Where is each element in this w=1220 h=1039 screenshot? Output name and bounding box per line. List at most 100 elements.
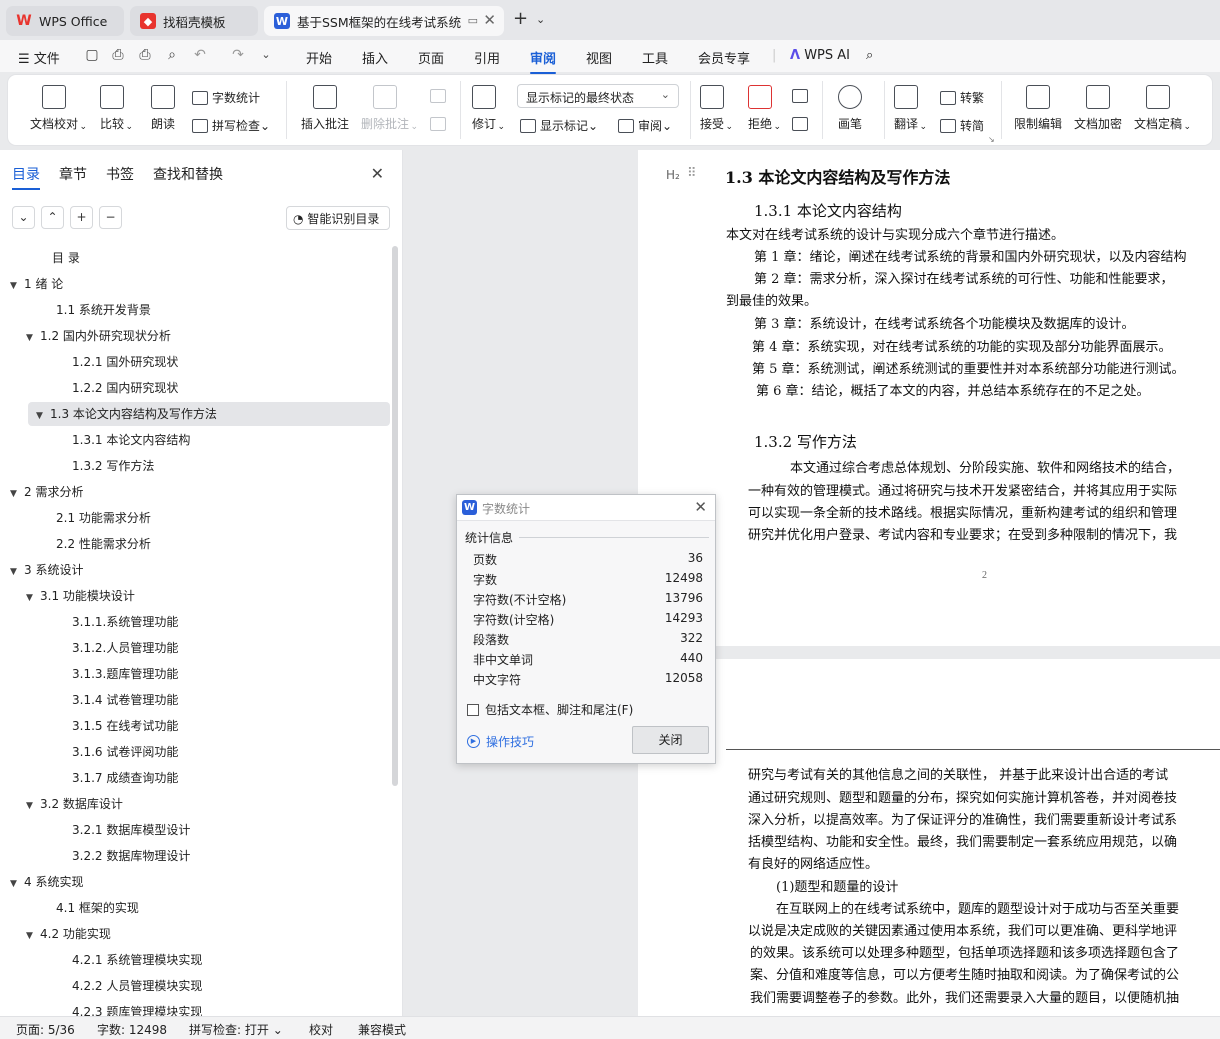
redo-icon[interactable]: ↷ — [230, 47, 246, 63]
delete-comment-button[interactable]: 删除批注 ⌄ — [361, 85, 418, 132]
next-comment-icon[interactable] — [430, 117, 450, 131]
prev-change-icon[interactable] — [792, 89, 812, 103]
toc-item[interactable]: ▼ 3 系统设计 — [10, 558, 83, 582]
toc-item[interactable]: 4.2.1 系统管理模块实现 — [72, 948, 202, 972]
menu-insert[interactable]: 插入 — [362, 48, 388, 67]
toc-item[interactable]: 3.1.4 试卷管理功能 — [72, 688, 178, 712]
nav-tab-toc[interactable]: 目录 — [12, 164, 40, 190]
toc-item[interactable]: 3.1.6 试卷评阅功能 — [72, 740, 178, 764]
more-chevron-icon[interactable]: ⌄ — [258, 47, 274, 63]
collapse-all-icon[interactable]: ⌃ — [41, 206, 64, 229]
nav-tab-bookmarks[interactable]: 书签 — [106, 164, 134, 184]
close-icon[interactable]: ✕ — [371, 164, 384, 183]
review-pane-button[interactable]: 审阅 ⌄ — [618, 117, 672, 134]
collapse-arrow-icon[interactable]: ▼ — [26, 924, 40, 948]
menu-review[interactable]: 审阅 — [530, 48, 557, 74]
toc-item[interactable]: 3.1.7 成绩查询功能 — [72, 766, 178, 790]
toc-item[interactable]: 2.2 性能需求分析 — [56, 532, 151, 556]
menu-member[interactable]: 会员专享 — [698, 48, 750, 67]
menu-wps-ai[interactable]: ᐱ WPS AI — [790, 48, 850, 63]
close-icon[interactable]: ✕ — [483, 11, 496, 29]
toc-item[interactable]: 4.2.3 题库管理模块实现 — [72, 1000, 202, 1016]
status-spell-check[interactable]: 拼写检查: 打开 ⌄ — [189, 1021, 283, 1038]
toc-scrollbar[interactable] — [392, 246, 398, 786]
toc-item[interactable]: 1.3.1 本论文内容结构 — [72, 428, 190, 452]
toc-item[interactable]: 目 录 — [52, 246, 80, 270]
toc-item[interactable]: 3.2.2 数据库物理设计 — [72, 844, 190, 868]
toc-item[interactable]: ▼ 4.2 功能实现 — [26, 922, 111, 946]
show-markup-button[interactable]: 显示标记 ⌄ — [520, 117, 598, 134]
status-words[interactable]: 字数: 12498 — [97, 1021, 167, 1038]
insert-comment-button[interactable]: 插入批注 — [301, 85, 349, 132]
monitor-icon[interactable]: ▭ — [468, 14, 478, 27]
toc-item[interactable]: ▼ 2 需求分析 — [10, 480, 83, 504]
menu-view[interactable]: 视图 — [586, 48, 612, 67]
collapse-arrow-icon[interactable]: ▼ — [10, 274, 24, 298]
collapse-arrow-icon[interactable]: ▼ — [26, 586, 40, 610]
toc-item[interactable]: ▼ 3.1 功能模块设计 — [26, 584, 135, 608]
toc-item[interactable]: ▼ 1 绪 论 — [10, 272, 63, 296]
toc-item[interactable]: 3.1.3.题库管理功能 — [72, 662, 178, 686]
undo-icon[interactable]: ↶ — [192, 47, 208, 63]
expand-all-icon[interactable]: ⌄ — [12, 206, 35, 229]
compare-button[interactable]: 比较 ⌄ — [100, 85, 133, 132]
export-icon[interactable]: ⎙ — [110, 47, 126, 63]
toc-item[interactable]: 3.1.5 在线考试功能 — [72, 714, 178, 738]
toc-item[interactable]: 1.2.1 国外研究现状 — [72, 350, 178, 374]
expand-icon[interactable]: ↘ — [988, 135, 995, 144]
collapse-arrow-icon[interactable]: ▼ — [10, 560, 24, 584]
toc-item[interactable]: 1.2.2 国内研究现状 — [72, 376, 178, 400]
toc-item[interactable]: ▼ 4 系统实现 — [10, 870, 83, 894]
translate-button[interactable]: 翻译 ⌄ — [894, 85, 927, 132]
menu-file[interactable]: ☰ 文件 — [18, 48, 60, 67]
prev-comment-icon[interactable] — [430, 89, 450, 103]
include-textbox-checkbox[interactable]: 包括文本框、脚注和尾注(F) — [467, 701, 633, 718]
toc-item[interactable]: ▼ 1.2 国内外研究现状分析 — [26, 324, 171, 348]
word-count-button[interactable]: 字数统计 — [192, 89, 260, 106]
nav-tab-sections[interactable]: 章节 — [59, 164, 87, 184]
toc-item[interactable]: 3.1.1.系统管理功能 — [72, 610, 178, 634]
drag-handle-icon[interactable]: ⠿ — [687, 166, 697, 181]
accept-button[interactable]: 接受 ⌄ — [700, 85, 733, 132]
add-icon[interactable]: + — [70, 206, 93, 229]
toc-item[interactable]: 1.3.2 写作方法 — [72, 454, 154, 478]
print-preview-icon[interactable]: ⌕ — [164, 47, 180, 63]
search-icon[interactable]: ⌕ — [866, 48, 873, 63]
next-change-icon[interactable] — [792, 117, 812, 131]
toc-item[interactable]: 3.2.1 数据库模型设计 — [72, 818, 190, 842]
collapse-arrow-icon[interactable]: ▼ — [36, 404, 50, 428]
menu-reference[interactable]: 引用 — [474, 48, 500, 67]
status-page[interactable]: 页面: 5/36 — [16, 1021, 75, 1038]
to-simplified-button[interactable]: 转简 — [940, 117, 984, 134]
collapse-arrow-icon[interactable]: ▼ — [26, 794, 40, 818]
tips-link[interactable]: ▶ 操作技巧 — [467, 733, 534, 750]
track-changes-button[interactable]: 修订 ⌄ — [472, 85, 505, 132]
new-tab-icon[interactable]: + — [513, 8, 528, 29]
spell-check-button[interactable]: 拼写检查 ⌄ — [192, 117, 270, 134]
print-icon[interactable]: ⎙ — [137, 47, 153, 63]
collapse-arrow-icon[interactable]: ▼ — [10, 872, 24, 896]
toc-item[interactable]: 4.1 框架的实现 — [56, 896, 139, 920]
smart-toc-button[interactable]: ◔ 智能识别目录 — [286, 206, 390, 230]
doc-check-button[interactable]: 文档校对 ⌄ — [30, 85, 87, 132]
toc-item[interactable]: ▼ 1.3 本论文内容结构及写作方法 — [28, 402, 390, 426]
encrypt-button[interactable]: 文档加密 — [1074, 85, 1122, 132]
status-proof[interactable]: 校对 — [309, 1021, 333, 1038]
toc-item[interactable]: 1.1 系统开发背景 — [56, 298, 151, 322]
toc-item[interactable]: 3.1.2.人员管理功能 — [72, 636, 178, 660]
close-icon[interactable]: ✕ — [694, 498, 707, 516]
menu-start[interactable]: 开始 — [306, 48, 332, 67]
tab-docer[interactable]: ◆ 找稻壳模板 — [130, 6, 258, 36]
menu-tools[interactable]: 工具 — [642, 48, 668, 67]
toc-item[interactable]: 4.2.2 人员管理模块实现 — [72, 974, 202, 998]
chevron-down-icon[interactable]: ⌄ — [536, 13, 545, 26]
close-button[interactable]: 关闭 — [632, 726, 709, 754]
restrict-edit-button[interactable]: 限制编辑 — [1014, 85, 1062, 132]
read-aloud-button[interactable]: 朗读 — [151, 85, 175, 132]
reject-button[interactable]: 拒绝 ⌄ — [748, 85, 781, 132]
collapse-arrow-icon[interactable]: ▼ — [10, 482, 24, 506]
to-traditional-button[interactable]: 转繁 — [940, 89, 984, 106]
tab-document[interactable]: W 基于SSM框架的在线考试系统 ▭ ✕ — [264, 6, 504, 36]
pen-button[interactable]: 画笔 — [838, 85, 862, 132]
collapse-arrow-icon[interactable]: ▼ — [26, 326, 40, 350]
